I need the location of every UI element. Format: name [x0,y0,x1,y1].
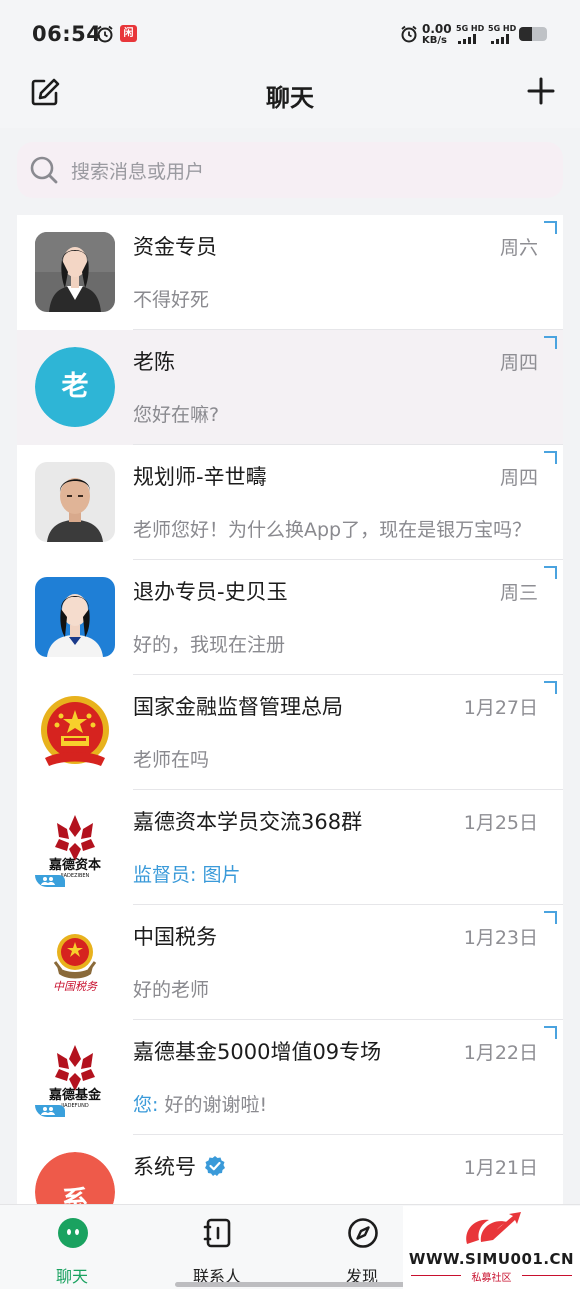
chat-row[interactable]: 老 老陈 周四 您好在嘛? [17,330,563,445]
logo-text: 嘉德基金 [48,1087,102,1103]
speed-unit: KB/s [422,35,447,46]
chat-preview: 您: 好的谢谢啦! [133,1090,543,1117]
avatar: 中国税务 [35,922,115,1002]
chat-list: 资金专员 周六 不得好死 老 老陈 周四 您好在嘛? 规划师-辛世疇 周四 老师… [17,215,563,1205]
chat-name: 嘉德资本学员交流368群 [133,810,363,834]
chat-sender: 您: [133,1094,159,1116]
avatar: 老 [35,347,115,427]
chat-name: 嘉德基金5000增值09专场 [133,1040,382,1064]
chat-preview: 老师在吗 [133,749,210,771]
status-bar: 06:54 闲 0.00 KB/s 5G HD 5G HD [0,0,580,64]
alarm-icon [401,25,417,43]
chat-name: 老陈 [133,350,175,374]
signal-bars-icon [458,34,476,44]
chat-row[interactable]: 系 系统号 1月21日 [17,1135,563,1205]
corner-marker-icon [544,566,557,579]
corner-marker-icon [544,336,557,349]
page-title: 聊天 [266,84,314,112]
chat-name: 中国税务 [133,925,217,949]
avatar [35,577,115,657]
battery-icon [519,27,547,41]
logo-text: 嘉德资本 [48,857,101,873]
chat-time: 1月25日 [463,812,538,834]
chat-row[interactable]: 中国税务 中国税务 1月23日 好的老师 [17,905,563,1020]
chat-time: 1月27日 [463,697,538,719]
chat-name: 资金专员 [133,235,217,259]
corner-marker-icon [544,911,557,924]
corner-marker-icon [544,451,557,464]
chat-time: 1月21日 [463,1157,538,1179]
chat-time: 周六 [499,237,538,259]
avatar [35,462,115,542]
chat-time: 周四 [499,352,538,374]
chat-name: 国家金融监督管理总局 [133,695,343,719]
chat-time: 周四 [499,467,538,489]
tab-chat[interactable]: 聊天 [12,1205,132,1289]
search-icon [30,156,58,184]
corner-marker-icon [544,1026,557,1039]
chat-row[interactable]: 国家金融监督管理总局 1月27日 老师在吗 [17,675,563,790]
chat-preview-text: 好的谢谢啦! [164,1094,268,1116]
corner-marker-icon [544,681,557,694]
add-icon[interactable] [526,76,556,106]
chat-name: 退办专员-史贝玉 [133,580,288,604]
network-speed: 0.00 KB/s [422,23,452,46]
verified-badge-icon [205,1156,225,1176]
avatar: 系 [35,1152,115,1205]
national-emblem-icon [35,692,115,772]
logo-subtext: JIADEFUND [60,1103,89,1109]
search-bar[interactable]: 搜索消息或用户 [17,142,563,198]
home-indicator[interactable] [175,1282,405,1287]
company-logo-icon: 嘉德资本 JIADEZIBEN [35,807,115,887]
speed-value: 0.00 [422,22,452,36]
chat-preview: 老师您好！为什么换App了，现在是银万宝吗？ [133,519,532,541]
app-header: 聊天 [0,64,580,128]
chat-row[interactable]: 规划师-辛世疇 周四 老师您好！为什么换App了，现在是银万宝吗？ [17,445,563,560]
avatar: 嘉德资本 JIADEZIBEN [35,807,115,887]
chat-bubble-icon [58,1218,88,1248]
watermark: WWW.SIMU001.CN 私募社区 [403,1206,580,1289]
chat-preview-text: 图片 [202,864,241,886]
chat-preview: 不得好死 [133,289,210,311]
chat-name: 规划师-辛世疇 [133,465,267,489]
avatar-letter: 系 [35,1152,115,1205]
watermark-subtitle: 私募社区 [471,1273,512,1284]
chat-row[interactable]: 退办专员-史贝玉 周三 好的，我现在注册 [17,560,563,675]
chat-row[interactable]: 嘉德资本 JIADEZIBEN 嘉德资本学员交流368群 1月25日 监督员: … [17,790,563,905]
tab-contacts[interactable]: 联系人 [157,1205,277,1289]
alarm-icon [97,25,113,43]
signal-bars-icon [491,34,509,44]
tab-label: 聊天 [55,1267,88,1286]
chat-preview: 您好在嘛? [133,404,220,426]
divider [522,1275,572,1276]
avatar [35,232,115,312]
tax-emblem-icon: 中国税务 [35,922,115,1002]
search-placeholder: 搜索消息或用户 [71,161,205,183]
avatar-letter: 老 [35,347,115,427]
contacts-book-icon [203,1218,231,1248]
chat-name: 系统号 [133,1151,226,1181]
chat-row[interactable]: 嘉德基金 JIADEFUND 嘉德基金5000增值09专场 1月22日 您: 好… [17,1020,563,1135]
avatar [35,692,115,772]
app-notification-icon: 闲 [120,25,137,42]
chat-row[interactable]: 资金专员 周六 不得好死 [17,215,563,330]
compass-icon [348,1218,378,1248]
chat-preview: 监督员: 图片 [133,860,543,887]
chat-time: 周三 [499,582,538,604]
chat-time: 1月23日 [463,927,538,949]
avatar: 嘉德基金 JIADEFUND [35,1037,115,1117]
corner-marker-icon [544,221,557,234]
chat-time: 1月22日 [463,1042,538,1064]
chat-sender: 监督员: [133,864,197,886]
chat-preview: 好的老师 [133,979,210,1001]
watermark-url: WWW.SIMU001.CN [408,1250,575,1268]
company-logo-icon: 嘉德基金 JIADEFUND [35,1037,115,1117]
logo-text: 中国税务 [53,980,98,993]
status-time: 06:54 [32,22,102,46]
watermark-logo-icon [466,1212,521,1244]
network-type: 5G HD [456,24,485,33]
chat-preview: 好的，我现在注册 [133,634,286,656]
chat-name-text: 系统号 [133,1155,196,1179]
network-type: 5G HD [488,24,517,33]
